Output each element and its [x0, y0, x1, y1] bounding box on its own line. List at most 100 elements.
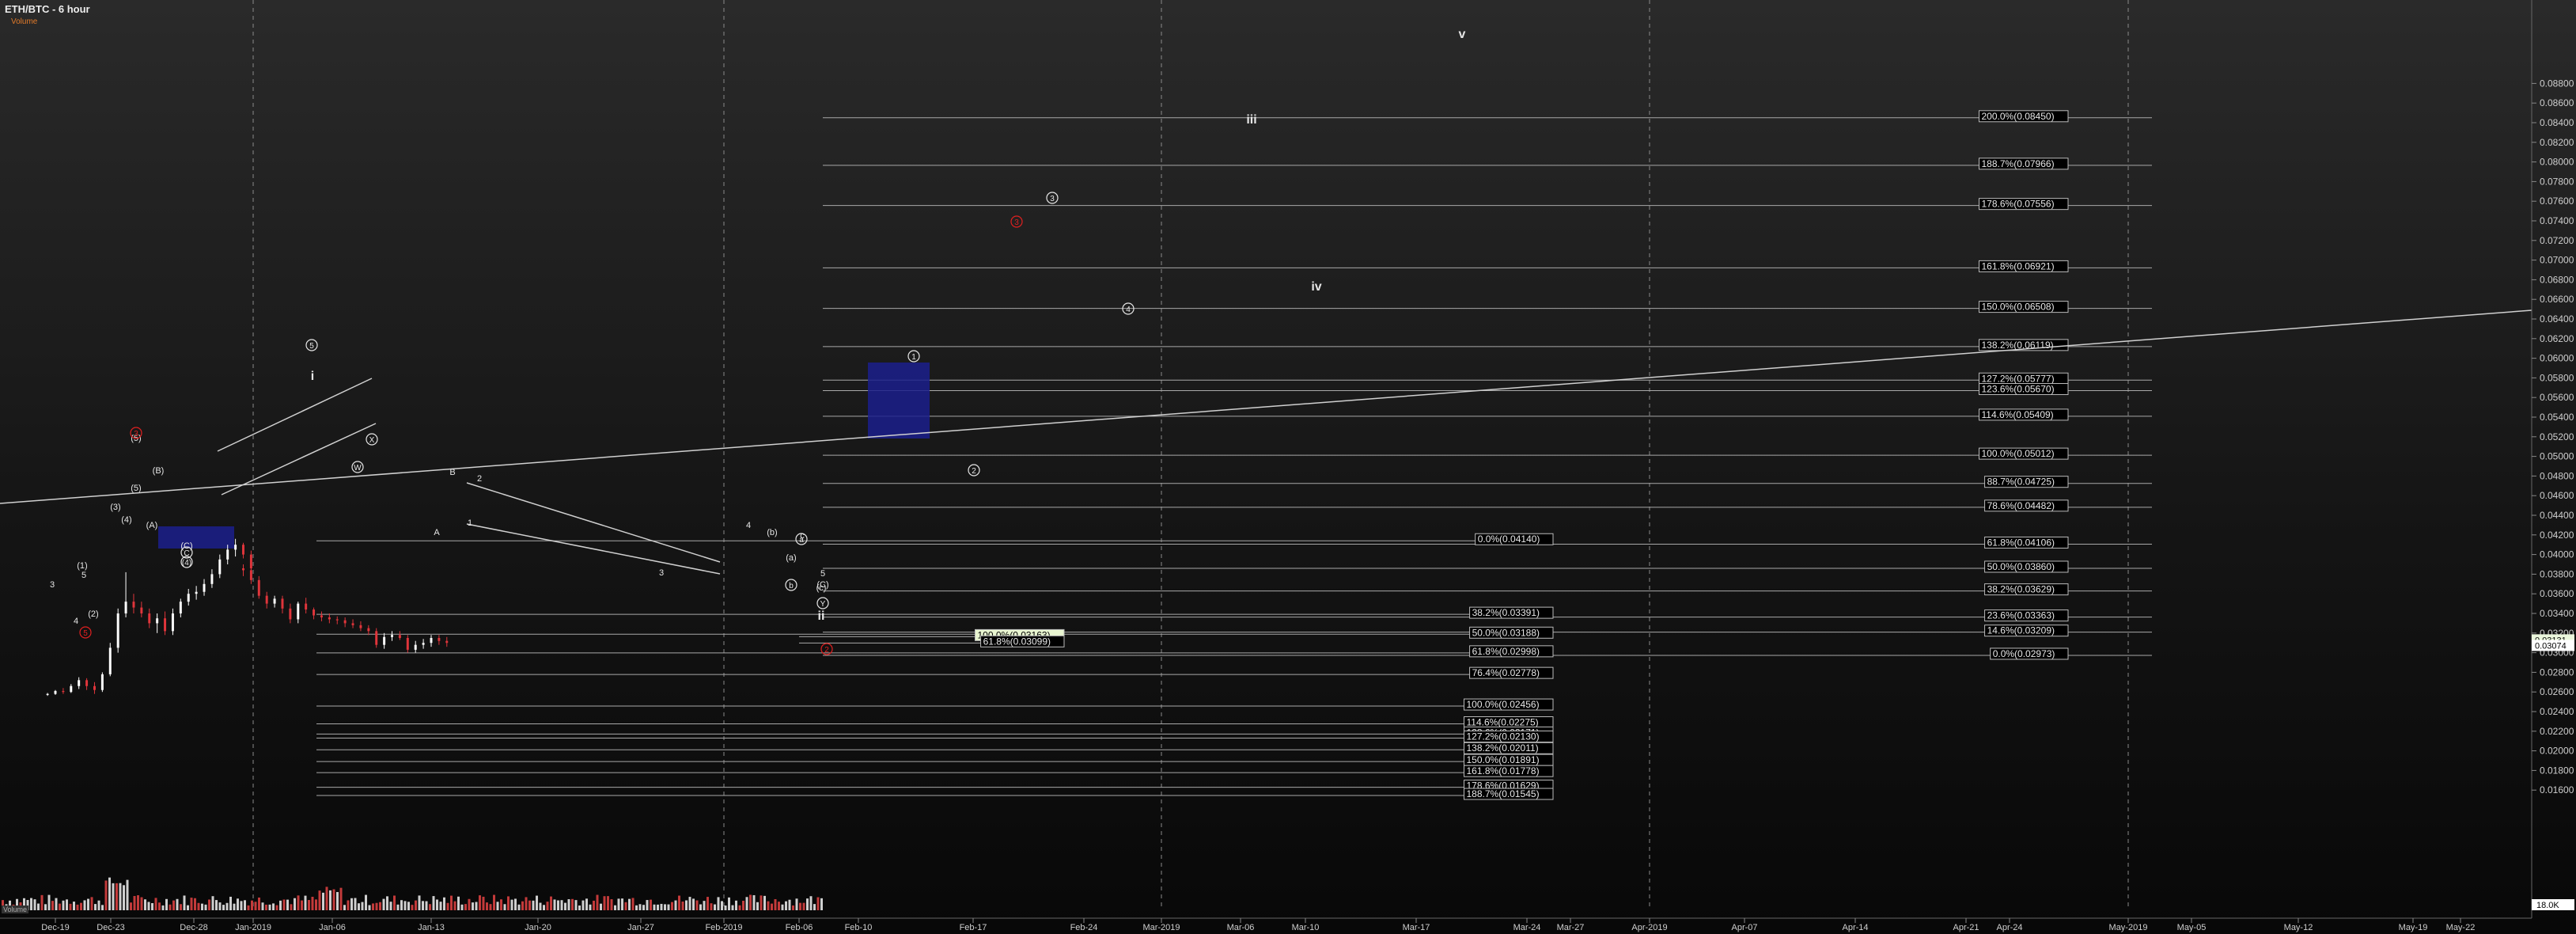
target-box-right — [868, 363, 930, 439]
wave-label: iii — [1246, 113, 1256, 127]
candle-body — [375, 631, 378, 645]
volume-bar — [62, 900, 65, 910]
volume-bar — [624, 902, 627, 910]
fib-label: 100.0%(0.02456) — [1467, 699, 1540, 710]
volume-bar — [678, 895, 680, 910]
wave-label: Y — [820, 600, 826, 609]
wave-label: (A) — [146, 521, 158, 530]
volume-bar — [215, 900, 218, 910]
candle-body — [297, 603, 300, 620]
fib-label: 138.2%(0.02011) — [1467, 742, 1539, 754]
volume-bar — [500, 899, 502, 910]
fib-label: 0.0%(0.02973) — [1993, 648, 2055, 659]
volume-bar — [703, 901, 706, 910]
volume-bar — [667, 904, 670, 910]
candle-body — [62, 690, 65, 693]
volume-bar — [101, 905, 104, 910]
wave-label: iv — [1311, 280, 1321, 294]
volume-bar — [329, 890, 331, 910]
volume-bar — [180, 904, 182, 910]
volume-bar — [657, 904, 659, 910]
x-tick-label: May-19 — [2399, 923, 2428, 932]
x-tick-label: Apr-14 — [1842, 923, 1868, 932]
fib-levels: 200.0%(0.08450)188.7%(0.07966)178.6%(0.0… — [316, 110, 2152, 800]
wave-label: 3 — [1014, 218, 1019, 227]
volume-bar — [30, 898, 32, 910]
trend-line — [217, 378, 373, 452]
volume-bar — [126, 879, 129, 910]
wave-label: (B) — [153, 466, 165, 476]
volume-bar — [44, 904, 47, 910]
volume-bar — [457, 896, 460, 910]
candle-body — [343, 620, 347, 624]
wave-label: 2 — [824, 646, 829, 655]
volume-bar — [642, 905, 645, 910]
y-tick-label: 0.04800 — [2540, 470, 2574, 481]
volume-bar — [728, 897, 730, 910]
candle-body — [226, 549, 229, 560]
volume-bar — [76, 904, 79, 910]
wave-label: 5 — [81, 571, 86, 580]
candle-body — [46, 693, 49, 695]
y-tick-label: 0.08000 — [2540, 157, 2574, 168]
volume-bar — [350, 898, 353, 910]
y-tick-label: 0.03400 — [2540, 608, 2574, 619]
volume-label: Volume — [2, 906, 29, 913]
candle-body — [218, 559, 222, 575]
volume-bar — [610, 899, 613, 910]
candle-body — [367, 628, 370, 632]
volume-bar — [372, 903, 374, 910]
volume-bar — [247, 905, 250, 910]
volume-bar — [760, 895, 763, 910]
volume-bar — [432, 896, 435, 910]
volume-bar — [59, 903, 61, 910]
volume-bar — [51, 901, 54, 910]
volume-bar — [365, 894, 367, 910]
candle-body — [328, 617, 331, 620]
x-tick-label: Feb-17 — [960, 923, 987, 932]
x-tick-label: Mar-24 — [1513, 923, 1541, 932]
y-tick-label: 0.04000 — [2540, 549, 2574, 560]
volume-bar — [104, 880, 108, 910]
candle-body — [281, 598, 284, 609]
volume-bar — [265, 904, 267, 910]
volume-bar — [745, 897, 748, 910]
candle-body — [414, 644, 417, 650]
volume-bar — [158, 902, 161, 910]
target-box-left — [158, 526, 234, 549]
wave-label: (3) — [110, 503, 120, 512]
volume-bar — [593, 900, 595, 910]
volume-bar — [536, 895, 538, 910]
volume-bar — [799, 902, 801, 910]
candle-body — [171, 613, 174, 632]
y-tick-label: 0.04400 — [2540, 510, 2574, 521]
candle-body — [242, 545, 244, 555]
candle-body — [124, 602, 127, 613]
candle-body — [234, 545, 237, 550]
fib-label: 61.8%(0.04106) — [1987, 537, 2055, 548]
volume-bar — [714, 904, 716, 910]
volume-bar — [55, 898, 58, 910]
volume-bar — [578, 905, 581, 910]
volume-bar — [550, 896, 552, 910]
x-tick-label: Feb-2019 — [705, 923, 742, 932]
volume-bar — [525, 897, 528, 910]
volume-bar — [80, 902, 82, 910]
y-tick-label: 0.07600 — [2540, 196, 2574, 207]
volume-bar — [240, 901, 243, 910]
volume-bar — [40, 894, 44, 910]
y-tick-label: 0.05800 — [2540, 372, 2574, 383]
volume-bar — [813, 904, 816, 910]
volume-bar — [660, 903, 663, 910]
candle-body — [108, 647, 112, 674]
volume-bar — [695, 900, 699, 910]
x-tick-label: Dec-19 — [41, 923, 69, 932]
volume-bars — [2, 877, 823, 910]
x-tick-label: May-12 — [2284, 923, 2313, 932]
y-tick-label: 0.04200 — [2540, 530, 2574, 541]
volume-bar — [653, 904, 656, 910]
volume-bar — [140, 897, 143, 910]
volume-bar — [650, 899, 652, 910]
price-chart[interactable]: 200.0%(0.08450)188.7%(0.07966)178.6%(0.0… — [0, 0, 2576, 934]
volume-bar — [237, 898, 239, 910]
